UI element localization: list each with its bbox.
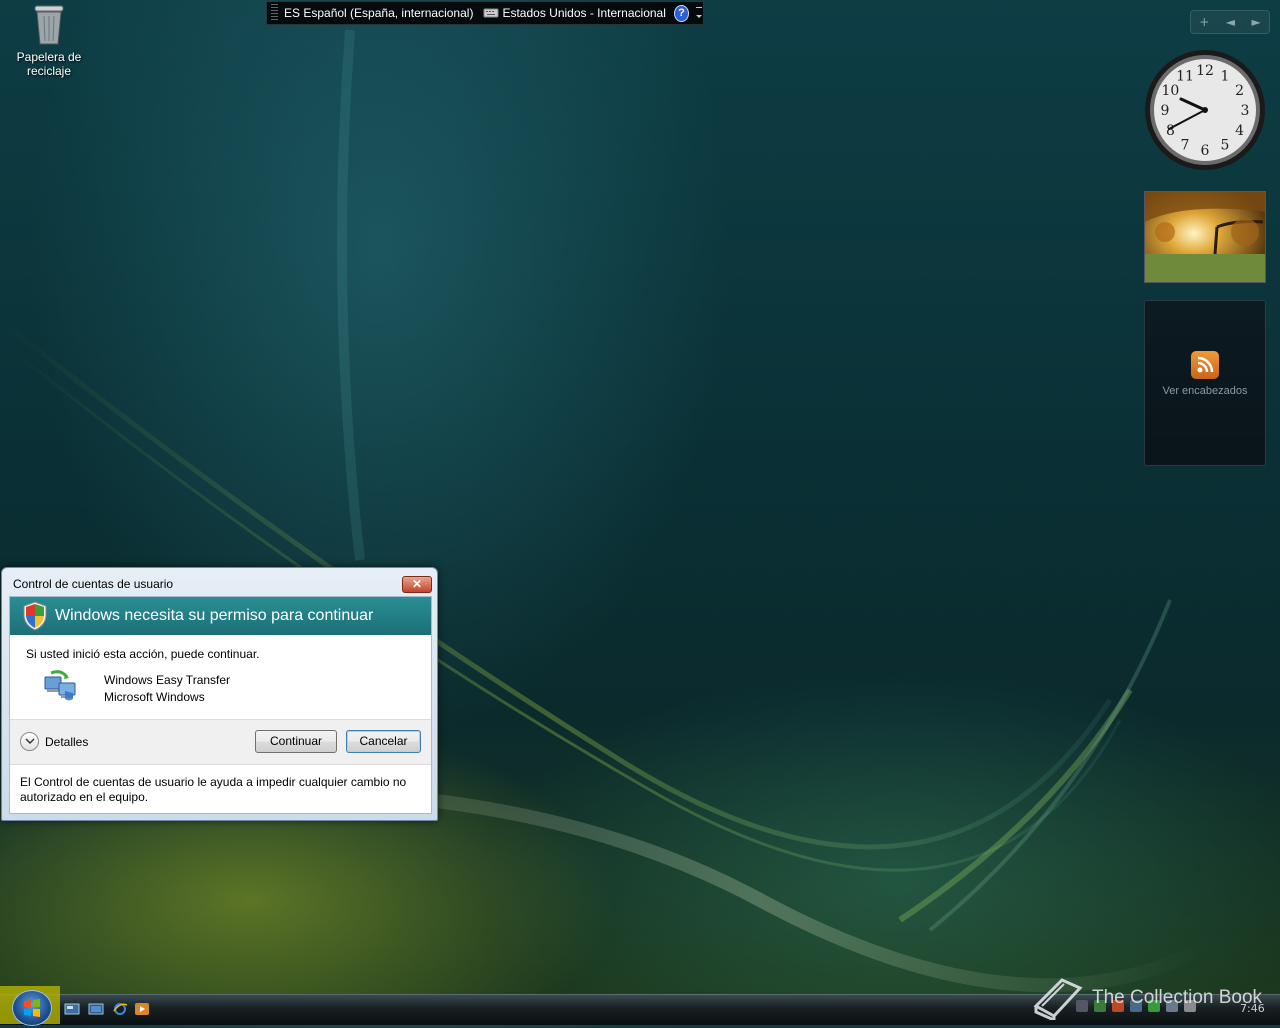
close-button[interactable]: ✕ [402, 576, 432, 593]
add-gadget-button[interactable]: + [1199, 15, 1209, 29]
clock-numeral: 8 [1166, 123, 1175, 139]
help-icon[interactable]: ? [673, 4, 689, 22]
uac-dialog: Control de cuentas de usuario ✕ Windows … [1, 567, 438, 821]
clock-numeral: 9 [1161, 103, 1170, 119]
keyboard-icon [483, 8, 499, 18]
sidebar-controls: + ◄ ► [1190, 10, 1270, 34]
clock-numeral: 3 [1241, 103, 1250, 119]
dialog-message: Si usted inició esta acción, puede conti… [26, 647, 260, 661]
watermark-text: The Collection Book [1092, 987, 1263, 1008]
clock-numeral: 2 [1235, 83, 1244, 99]
internet-explorer-icon[interactable] [112, 1002, 128, 1016]
clock-gadget[interactable]: 12 1 2 3 4 5 6 7 8 9 10 11 [1143, 48, 1267, 172]
feed-headlines-gadget[interactable]: Ver encabezados [1144, 300, 1266, 466]
details-label[interactable]: Detalles [45, 735, 88, 749]
clock-numeral: 4 [1235, 123, 1244, 139]
uac-shield-icon [23, 601, 47, 631]
previous-page-button[interactable]: ◄ [1226, 15, 1235, 29]
dialog-heading: Windows necesita su permiso para continu… [55, 607, 374, 624]
show-desktop-icon[interactable] [64, 1002, 80, 1016]
language-bar[interactable]: ES Español (España, internacional) Estad… [266, 1, 704, 25]
clock-numeral: 10 [1161, 83, 1179, 99]
language-bar-options[interactable] [695, 4, 703, 22]
switch-windows-icon[interactable] [88, 1002, 104, 1016]
continue-button[interactable]: Continuar [255, 730, 337, 753]
windows-orb-icon[interactable] [12, 990, 52, 1026]
keyboard-layout[interactable]: Estados Unidos - Internacional [483, 6, 666, 20]
book-icon [1033, 978, 1083, 1020]
autumn-tree-photo [1145, 192, 1265, 282]
dialog-title: Control de cuentas de usuario [13, 577, 174, 591]
recycle-bin-icon [32, 2, 66, 46]
chevron-down-icon [24, 738, 35, 745]
details-expand-button[interactable] [20, 732, 39, 751]
permission-banner: Windows necesita su permiso para continu… [10, 597, 431, 635]
cancel-button[interactable]: Cancelar [346, 730, 421, 753]
clock-numeral: 6 [1201, 143, 1210, 159]
options-arrow-icon [696, 7, 702, 18]
dialog-button-area: Detalles Continuar Cancelar [10, 719, 431, 765]
clock-numeral: 5 [1221, 138, 1230, 154]
dialog-footer-text: El Control de cuentas de usuario le ayud… [20, 775, 407, 804]
slideshow-gadget[interactable] [1144, 191, 1266, 283]
clock-numeral: 12 [1196, 63, 1214, 79]
program-name: Windows Easy Transfer [104, 673, 231, 687]
clock-numeral: 11 [1176, 68, 1194, 84]
easy-transfer-icon [43, 669, 77, 703]
input-language[interactable]: ES Español (España, internacional) [284, 6, 473, 20]
rss-icon [1191, 351, 1219, 379]
program-publisher: Microsoft Windows [104, 690, 205, 704]
media-player-icon[interactable] [134, 1002, 150, 1016]
dialog-content: Windows necesita su permiso para continu… [9, 596, 432, 814]
next-page-button[interactable]: ► [1252, 15, 1261, 29]
recycle-bin-label: Papelera de reciclaje [16, 50, 82, 78]
clock-numeral: 1 [1221, 68, 1230, 84]
recycle-bin[interactable]: Papelera de reciclaje [10, 2, 88, 78]
keyboard-layout-label: Estados Unidos - Internacional [502, 6, 666, 20]
language-bar-grip[interactable] [271, 4, 278, 22]
watermark: The Collection Book [1032, 976, 1262, 1020]
wallpaper-streaks [0, 29, 1204, 993]
view-headlines-link[interactable]: Ver encabezados [1145, 385, 1265, 397]
clock-numeral: 7 [1181, 138, 1190, 154]
